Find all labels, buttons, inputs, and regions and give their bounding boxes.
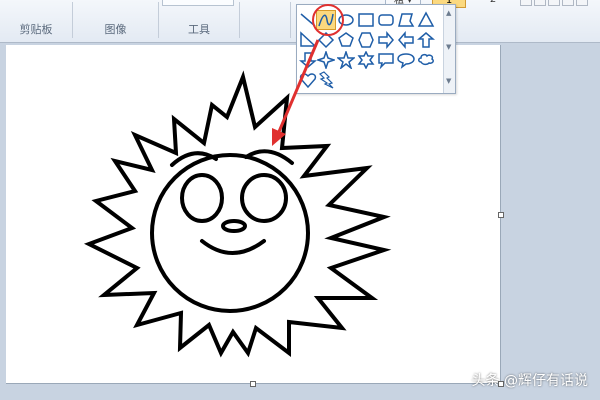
up-arrow-shape[interactable] [416,31,436,49]
palette-swatch[interactable] [576,0,588,6]
ribbon-separator [290,2,291,38]
four-point-star-shape[interactable] [315,49,337,71]
heart-shape[interactable] [299,71,317,89]
hexagon-shape[interactable] [357,31,375,49]
up-arrow-icon [416,32,436,48]
ribbon-separator [239,2,240,38]
pentagon-icon [338,32,354,47]
polygon-icon [398,13,415,27]
rounded-rectangle-icon [378,14,394,26]
heart-icon [299,73,317,89]
image-group-label: 图像 [104,23,127,36]
sun-face [150,153,310,313]
canvas-resize-handle-bottom[interactable] [250,381,256,387]
palette-swatch[interactable] [520,0,532,6]
watermark: 头条 @辉仔有话说 [471,373,588,389]
drawing-canvas[interactable] [6,45,501,384]
four-point-star-icon [315,49,337,71]
rounded-rectangle-shape[interactable] [377,11,395,29]
palette-swatch[interactable] [562,0,574,6]
clipboard-group-label: 剪贴板 [19,23,53,36]
down-arrow-icon [298,52,318,68]
scroll-up-icon[interactable]: ▲ [446,9,451,17]
gallery-scrollbar[interactable]: ▲ ▼ ▼ [443,5,455,93]
lightning-icon [318,71,334,89]
left-arrow-icon [398,30,414,50]
triangle-icon [417,11,435,27]
palette-swatch[interactable] [534,0,546,6]
scroll-down-icon[interactable]: ▼ [446,43,451,51]
pentagon-shape[interactable] [337,31,355,49]
tools-group: 工具 [159,0,239,42]
triangle-shape[interactable] [417,11,435,29]
left-arrow-shape[interactable] [397,30,415,50]
rectangle-icon [358,13,374,27]
down-arrow-shape[interactable] [298,51,318,69]
tools-group-label: 工具 [188,23,210,36]
six-point-star-icon [357,50,375,70]
oval-callout-shape[interactable] [397,51,415,69]
right-triangle-shape[interactable] [299,31,317,49]
right-arrow-icon [378,30,394,50]
oval-callout-icon [397,53,415,69]
right-triangle-icon [300,31,317,47]
color2-button[interactable]: 2 [478,0,508,6]
rect-callout-icon [378,53,394,70]
hexagon-icon [358,32,374,48]
six-point-star-shape[interactable] [357,50,375,70]
clipboard-group: 剪贴板 [0,0,72,42]
color2-label: 2 [490,0,496,5]
polygon-shape[interactable] [397,11,415,29]
image-group: 图像 [73,0,158,42]
cloud-callout-icon [418,53,434,66]
right-arrow-shape[interactable] [377,30,395,50]
annotation-circle [312,4,344,36]
lightning-shape[interactable] [317,71,335,89]
rectangle-shape[interactable] [357,11,375,29]
cloud-callout-shape[interactable] [417,51,435,69]
five-point-star-icon [335,49,357,71]
palette-swatch[interactable] [548,0,560,6]
expand-gallery-icon[interactable]: ▼ [446,77,451,85]
five-point-star-shape[interactable] [335,49,357,71]
rect-callout-shape[interactable] [377,51,395,70]
canvas-resize-handle-right[interactable] [498,212,504,218]
tools-box[interactable] [162,0,234,6]
sun-drawing [83,70,392,358]
